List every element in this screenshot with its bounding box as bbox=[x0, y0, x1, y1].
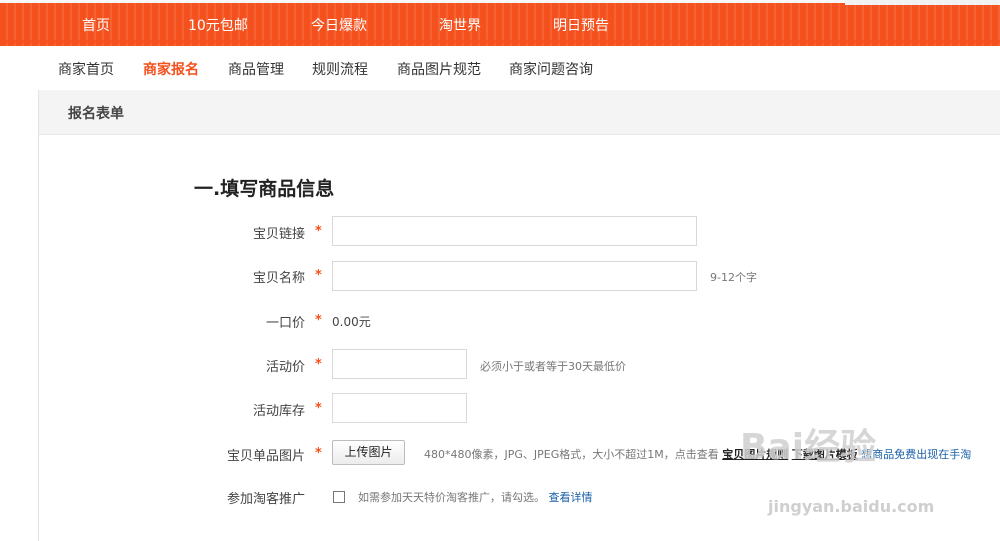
nav-scallop-edge bbox=[0, 40, 1000, 48]
sub-nav-merchant-signup[interactable]: 商家报名 bbox=[143, 59, 199, 79]
top-nav-tomorrow-preview[interactable]: 明日预告 bbox=[553, 15, 609, 35]
image-label: 宝贝单品图片 bbox=[226, 449, 305, 464]
required-mark: * bbox=[315, 446, 322, 461]
taoke-checkbox[interactable] bbox=[333, 491, 345, 503]
taoke-hint-text: 如需参加天天特价淘客推广，请勾选。 bbox=[358, 491, 545, 504]
product-name-input[interactable] bbox=[332, 261, 697, 291]
price-label: 一口价 bbox=[265, 316, 305, 331]
sub-nav-product-manage[interactable]: 商品管理 bbox=[228, 59, 284, 79]
watermark-brand: Bai经验 bbox=[740, 427, 877, 468]
sub-nav-image-spec[interactable]: 商品图片规范 bbox=[397, 59, 481, 79]
name-label: 宝贝名称 bbox=[252, 271, 305, 286]
product-link-input[interactable] bbox=[332, 216, 697, 246]
required-mark: * bbox=[315, 268, 322, 283]
required-mark: * bbox=[315, 313, 322, 328]
promo-price-input[interactable] bbox=[332, 349, 467, 379]
watermark-url: jingyan.baidu.com bbox=[768, 497, 935, 516]
merchant-sub-nav: 商家首页 商家报名 商品管理 规则流程 商品图片规范 商家问题咨询 bbox=[0, 48, 1000, 90]
promo-price-label: 活动价 bbox=[265, 360, 305, 375]
name-length-hint: 9-12个字 bbox=[710, 271, 757, 284]
stock-input[interactable] bbox=[332, 393, 467, 423]
image-hint: 480*480像素，JPG、JPEG格式，大小不超过1M，点击查看 宝贝图片规则… bbox=[424, 446, 971, 462]
baidu-jingyan-watermark: Bai经验 bbox=[740, 418, 876, 470]
promo-price-hint: 必须小于或者等于30天最低价 bbox=[480, 360, 626, 373]
required-mark: * bbox=[315, 224, 322, 239]
required-mark: * bbox=[315, 357, 322, 372]
top-nav-free-shipping[interactable]: 10元包邮 bbox=[188, 15, 248, 35]
top-corner-strip bbox=[845, 0, 1000, 5]
image-spec-text: 480*480像素，JPG、JPEG格式，大小不超过1M，点击查看 bbox=[424, 448, 719, 461]
top-nav-home[interactable]: 首页 bbox=[82, 15, 110, 35]
price-value: 0.00元 bbox=[332, 315, 371, 329]
taoke-details-link[interactable]: 查看详情 bbox=[549, 491, 593, 504]
sub-nav-rules-process[interactable]: 规则流程 bbox=[312, 59, 368, 79]
top-nav-hot-today[interactable]: 今日爆款 bbox=[311, 15, 367, 35]
sub-nav-merchant-faq[interactable]: 商家问题咨询 bbox=[509, 59, 593, 79]
link-label: 宝贝链接 bbox=[252, 227, 305, 242]
upload-image-button[interactable]: 上传图片 bbox=[332, 440, 405, 465]
sub-nav-merchant-home[interactable]: 商家首页 bbox=[58, 59, 114, 79]
required-mark: * bbox=[315, 401, 322, 416]
section-title: 一.填写商品信息 bbox=[194, 178, 335, 200]
panel-header: 报名表单 bbox=[39, 90, 1000, 135]
panel-border bbox=[38, 90, 39, 541]
taoke-label: 参加淘客推广 bbox=[226, 492, 305, 507]
top-nav-tao-world[interactable]: 淘世界 bbox=[439, 15, 481, 35]
stock-label: 活动库存 bbox=[252, 404, 305, 419]
panel-title: 报名表单 bbox=[68, 106, 124, 122]
taoke-hint: 如需参加天天特价淘客推广，请勾选。 查看详情 bbox=[358, 489, 593, 505]
free-exposure-link[interactable]: 想商品免费出现在手淘 bbox=[861, 448, 971, 461]
